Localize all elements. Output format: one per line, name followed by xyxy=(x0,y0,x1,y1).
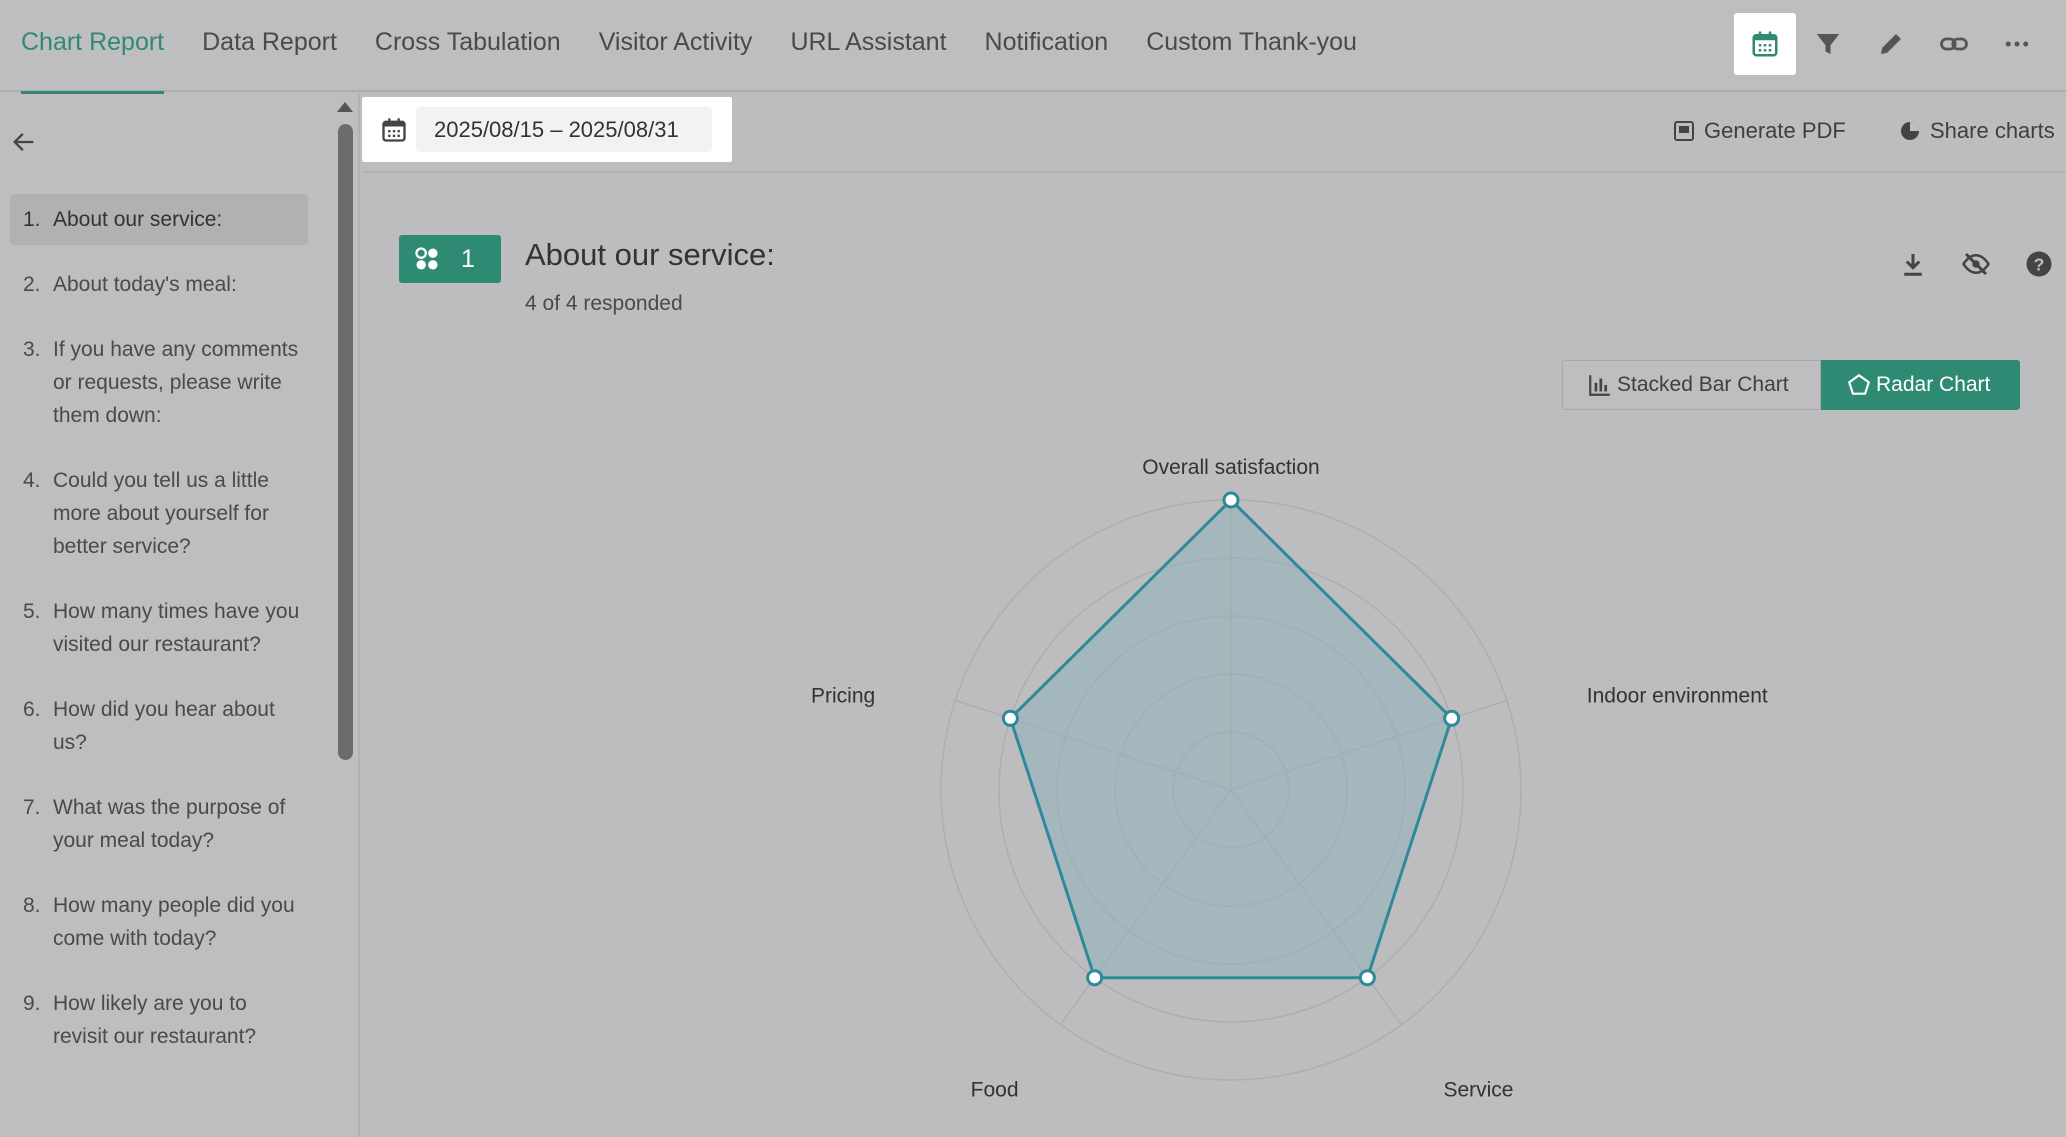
response-count: 4 of 4 responded xyxy=(525,292,683,315)
question-number-badge: 1 xyxy=(399,235,501,283)
more-icon xyxy=(2005,41,2029,47)
link-icon xyxy=(1940,37,1968,51)
chart-report-main: Overall satisfaction Indoor environment Se… xyxy=(362,94,2066,1137)
date-range-input[interactable]: 2025/08/15 – 2025/08/31 xyxy=(416,107,712,152)
radar-axis-label: Service xyxy=(1443,1079,1513,1102)
filter-icon xyxy=(1816,34,1840,54)
question-item[interactable]: 1. About our service: xyxy=(10,194,308,245)
calendar-icon xyxy=(382,118,406,142)
radar-axis-label: Indoor environment xyxy=(1587,684,1768,707)
share-charts-button[interactable]: Share charts xyxy=(1898,118,2055,144)
scroll-up-arrow[interactable] xyxy=(337,102,353,112)
sidebar-scrollbar[interactable] xyxy=(338,124,353,760)
question-item[interactable]: 7. What was the purpose of your meal toda… xyxy=(10,782,308,866)
radar-chart-button[interactable]: Radar Chart xyxy=(1821,360,2020,410)
radar-axis-label: Pricing xyxy=(811,684,875,707)
radar-axis-label: Overall satisfaction xyxy=(1142,456,1319,479)
tab-visitor-activity[interactable]: Visitor Activity xyxy=(599,0,753,92)
toolbar-divider xyxy=(362,171,2066,173)
back-arrow-icon[interactable] xyxy=(10,128,38,156)
tab-url-assistant[interactable]: URL Assistant xyxy=(790,0,946,92)
radar-point xyxy=(1358,969,1376,987)
svg-text:?: ? xyxy=(2034,254,2045,274)
calendar-button[interactable] xyxy=(1734,13,1796,75)
radar-chart-label: Radar Chart xyxy=(1876,373,1991,396)
radar-axis-label: Food xyxy=(971,1079,1019,1102)
generate-pdf-label: Generate PDF xyxy=(1704,118,1846,143)
top-tab-bar: Chart Report Data Report Cross Tabulatio… xyxy=(0,0,2066,94)
bar-chart-icon xyxy=(1589,375,1610,396)
more-button[interactable] xyxy=(1986,13,2048,75)
date-range-picker[interactable]: 2025/08/15 – 2025/08/31 xyxy=(362,97,732,162)
filter-button[interactable] xyxy=(1797,13,1859,75)
question-item[interactable]: 6. How did you hear about us? xyxy=(10,684,308,768)
question-item[interactable]: 3. If you have any comments or requests, … xyxy=(10,324,308,441)
radar-point xyxy=(1222,491,1240,509)
edit-button[interactable] xyxy=(1860,13,1922,75)
question-item[interactable]: 4. Could you tell us a little more about … xyxy=(10,455,308,572)
radar-point xyxy=(1001,709,1019,727)
tab-data-report[interactable]: Data Report xyxy=(202,0,337,92)
question-number: 1 xyxy=(461,244,475,273)
pdf-icon xyxy=(1674,121,1694,141)
tab-chart-report[interactable]: Chart Report xyxy=(21,0,165,94)
grid-dots-icon xyxy=(415,247,438,270)
help-icon[interactable]: ? xyxy=(2024,249,2054,279)
pencil-icon xyxy=(1881,34,1901,54)
hide-icon[interactable] xyxy=(1961,249,1991,279)
question-item[interactable]: 5. How many times have you visited our re… xyxy=(10,586,308,670)
question-list: 1. About our service: 2. About today's mea… xyxy=(10,194,308,1076)
chart-type-toggle: Stacked Bar Chart Radar Chart xyxy=(1562,360,2020,410)
question-sidebar: 1. About our service: 2. About today's mea… xyxy=(0,94,360,1137)
chart-tools: ? xyxy=(1865,249,2054,279)
question-title: About our service: xyxy=(525,237,775,272)
report-tabs: Chart Report Data Report Cross Tabulatio… xyxy=(21,0,1395,94)
share-charts-label: Share charts xyxy=(1930,118,2055,143)
radar-point xyxy=(1086,969,1104,987)
pentagon-icon xyxy=(1847,373,1871,395)
download-icon[interactable] xyxy=(1898,249,1928,279)
tab-cross-tabulation[interactable]: Cross Tabulation xyxy=(375,0,561,92)
top-toolbar xyxy=(1733,13,2048,75)
link-button[interactable] xyxy=(1923,13,1985,75)
tab-custom-thank-you[interactable]: Custom Thank-you xyxy=(1146,0,1357,92)
pie-chart-icon xyxy=(1901,122,1919,140)
question-item[interactable]: 8. How many people did you come with toda… xyxy=(10,880,308,964)
calendar-icon xyxy=(1752,31,1778,57)
generate-pdf-button[interactable]: Generate PDF xyxy=(1672,118,1846,144)
question-item[interactable]: 2. About today's meal: xyxy=(10,259,308,310)
stacked-bar-chart-label: Stacked Bar Chart xyxy=(1617,373,1789,396)
stacked-bar-chart-button[interactable]: Stacked Bar Chart xyxy=(1562,360,1821,410)
radar-point xyxy=(1443,709,1461,727)
tab-notification[interactable]: Notification xyxy=(985,0,1109,92)
question-item[interactable]: 9. How likely are you to revisit our rest… xyxy=(10,978,308,1062)
radar-series-area xyxy=(1008,497,1454,980)
